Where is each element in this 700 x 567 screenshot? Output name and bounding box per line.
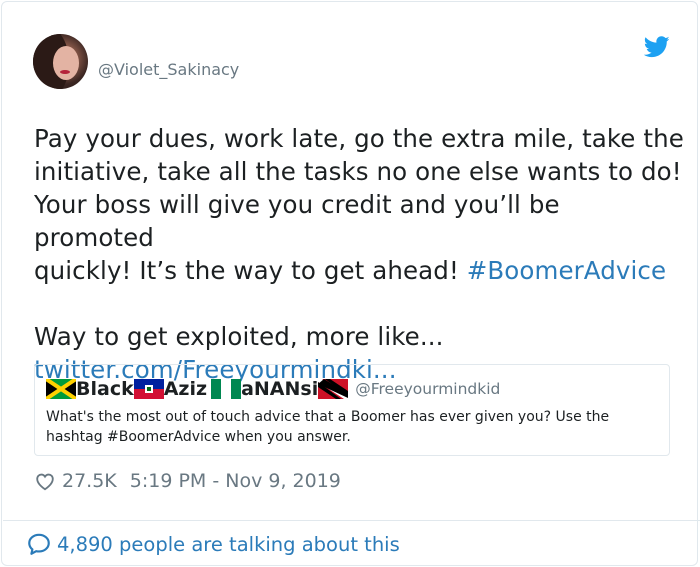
heart-icon[interactable] xyxy=(34,470,56,492)
hashtag-link[interactable]: #BoomerAdvice xyxy=(467,256,666,285)
divider xyxy=(3,520,700,521)
tweet-text-fragment: quickly! It’s the way to get ahead! xyxy=(34,256,467,285)
tweet-text-line: Way to get exploited, more like... xyxy=(34,322,444,351)
avatar[interactable] xyxy=(33,34,88,89)
quoted-tweet-header: Black Aziz aNANsi @Freeyourmindkid xyxy=(46,377,500,401)
tweet-text-line: initiative, take all the tasks no one el… xyxy=(34,157,682,186)
conversation-link[interactable]: 4,890 people are talking about this xyxy=(26,530,400,558)
tweet-text: Pay your dues, work late, go the extra m… xyxy=(34,122,684,386)
tweet-card: @Violet_Sakinacy Pay your dues, work lat… xyxy=(1,1,700,566)
tweet-timestamp[interactable]: 5:19 PM - Nov 9, 2019 xyxy=(130,470,341,492)
tweet-text-line: Your boss will give you credit and you’l… xyxy=(34,190,560,252)
quoted-author-name-part: Aziz xyxy=(163,378,208,400)
speech-bubble-icon xyxy=(28,533,50,555)
haiti-flag-icon xyxy=(133,379,164,399)
trinidad-flag-icon xyxy=(318,379,349,399)
tweet-text-line: Pay your dues, work late, go the extra m… xyxy=(34,124,684,153)
like-count[interactable]: 27.5K xyxy=(62,470,117,492)
quoted-tweet[interactable]: Black Aziz aNANsi @Freeyourmindkid What'… xyxy=(34,364,670,456)
jamaica-flag-icon xyxy=(46,379,76,399)
conversation-count[interactable]: 4,890 people are talking about this xyxy=(57,533,400,556)
tweet-meta: 27.5K 5:19 PM - Nov 9, 2019 xyxy=(34,468,341,494)
tweet-text-line: quickly! It’s the way to get ahead! #Boo… xyxy=(34,254,684,287)
quoted-author-name-part: aNANsi xyxy=(241,378,319,400)
nigeria-flag-icon xyxy=(211,379,242,399)
twitter-bird-icon[interactable] xyxy=(644,36,670,58)
quoted-author-name-part: Black xyxy=(76,378,134,400)
author-handle[interactable]: @Violet_Sakinacy xyxy=(98,60,239,79)
quoted-tweet-text: What's the most out of touch advice that… xyxy=(46,409,610,445)
quoted-author-handle[interactable]: @Freeyourmindkid xyxy=(355,380,500,398)
